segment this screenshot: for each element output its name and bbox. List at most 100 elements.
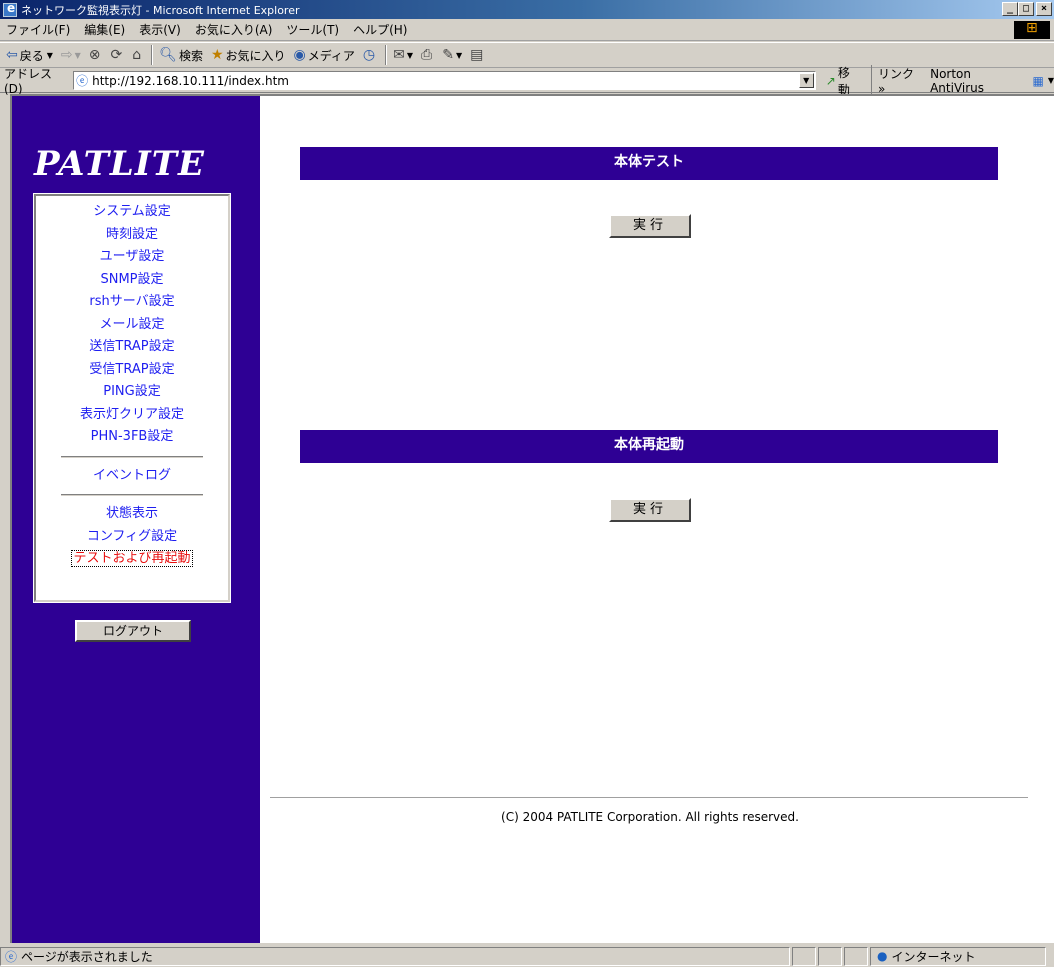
status-panel <box>844 946 868 966</box>
status-panel <box>792 946 816 966</box>
page-viewport: PATLITE システム設定 時刻設定 ユーザ設定 SNMP設定 rshサーバ設… <box>10 94 1054 943</box>
norton-dropdown-icon[interactable]: ▼ <box>1048 76 1054 85</box>
nav-divider <box>61 494 203 496</box>
stop-icon: ⊗ <box>88 47 101 63</box>
address-bar: アドレス(D) ⓔ http://192.168.10.111/index.ht… <box>0 65 1054 97</box>
toolbar-separator <box>151 45 154 65</box>
nav-mail-settings[interactable]: メール設定 <box>36 314 228 337</box>
stop-button[interactable]: ⊗ <box>89 47 103 63</box>
nav-config[interactable]: コンフィグ設定 <box>36 526 228 549</box>
nav-status[interactable]: 状態表示 <box>36 503 228 526</box>
print-icon: ⎙ <box>421 47 433 63</box>
history-button[interactable]: ◷ <box>363 47 377 63</box>
forward-arrow-icon: ⇨ <box>60 47 73 63</box>
test-execute-button[interactable]: 実行 <box>609 214 691 238</box>
media-label: メディア <box>307 48 355 63</box>
internet-globe-icon: ● <box>877 949 888 963</box>
edit-dropdown-icon[interactable]: ▼ <box>456 51 462 60</box>
favorites-button[interactable]: ★ お気に入り <box>211 47 286 64</box>
patlite-logo: PATLITE <box>34 144 205 184</box>
go-label: 移動 <box>837 65 850 97</box>
nav-rsh-server-settings[interactable]: rshサーバ設定 <box>36 291 228 314</box>
refresh-button[interactable]: ⟳ <box>111 47 125 63</box>
status-bar: ⓔ ページが表示されました ● インターネット <box>0 945 1054 967</box>
status-panel <box>818 946 842 966</box>
reboot-section-title: 本体再起動 <box>300 430 998 463</box>
minimize-button[interactable]: _ <box>1002 2 1018 16</box>
sidebar: PATLITE システム設定 時刻設定 ユーザ設定 SNMP設定 rshサーバ設… <box>12 96 260 943</box>
go-arrow-icon: ↗ <box>825 73 836 88</box>
nav-ping-settings[interactable]: PING設定 <box>36 381 228 404</box>
nav-send-trap-settings[interactable]: 送信TRAP設定 <box>36 336 228 359</box>
maximize-button[interactable]: □ <box>1018 2 1034 16</box>
nav-event-log[interactable]: イベントログ <box>36 465 228 488</box>
window-titlebar: ネットワーク監視表示灯 - Microsoft Internet Explore… <box>0 0 1054 19</box>
discuss-button[interactable]: ▤ <box>470 47 485 63</box>
search-icon: 🔍︎ <box>159 47 177 63</box>
security-zone-panel: ● インターネット <box>870 946 1046 966</box>
search-label: 検索 <box>178 48 203 63</box>
reboot-execute-button[interactable]: 実行 <box>609 498 691 522</box>
mail-button[interactable]: ✉ ▼ <box>393 47 413 63</box>
favorites-label: お気に入り <box>225 48 286 63</box>
menu-favorites[interactable]: お気に入り(A) <box>195 21 273 38</box>
mail-dropdown-icon[interactable]: ▼ <box>407 51 413 60</box>
test-section-title: 本体テスト <box>300 147 998 180</box>
home-button[interactable]: ⌂ <box>132 47 143 63</box>
media-icon: ◉ <box>293 47 306 63</box>
logout-button[interactable]: ログアウト <box>75 620 191 642</box>
menu-file[interactable]: ファイル(F) <box>6 21 70 38</box>
nav-phn-3fb-settings[interactable]: PHN-3FB設定 <box>36 426 228 449</box>
main-content: 本体テスト 実行 本体再起動 実行 (C) 2004 PATLITE Corpo… <box>260 96 1054 943</box>
nav-user-settings[interactable]: ユーザ設定 <box>36 246 228 269</box>
address-label: アドレス(D) <box>4 67 53 96</box>
forward-button[interactable]: ⇨ ▼ <box>61 47 81 63</box>
search-button[interactable]: 🔍︎ 検索 <box>159 47 203 64</box>
menu-tools[interactable]: ツール(T) <box>286 21 339 38</box>
print-button[interactable]: ⎙ <box>421 47 434 63</box>
nav-receive-trap-settings[interactable]: 受信TRAP設定 <box>36 359 228 382</box>
address-url: http://192.168.10.111/index.htm <box>92 73 289 88</box>
norton-antivirus-button[interactable]: Norton AntiVirus <box>930 67 1026 95</box>
settings-group: システム設定 時刻設定 ユーザ設定 SNMP設定 rshサーバ設定 メール設定 … <box>36 196 228 449</box>
nav-snmp-settings[interactable]: SNMP設定 <box>36 269 228 292</box>
address-input[interactable]: ⓔ http://192.168.10.111/index.htm ▼ <box>73 71 816 90</box>
refresh-icon: ⟳ <box>110 47 123 63</box>
home-icon: ⌂ <box>132 47 142 63</box>
menu-help[interactable]: ヘルプ(H) <box>353 21 407 38</box>
media-button[interactable]: ◉ メディア <box>294 47 355 64</box>
back-button[interactable]: ⇦ 戻る ▼ <box>6 47 53 64</box>
go-button[interactable]: ↗ 移動 <box>826 64 861 98</box>
ie-icon <box>3 1 17 17</box>
nav-divider <box>61 455 203 458</box>
nav-time-settings[interactable]: 時刻設定 <box>36 224 228 247</box>
menu-edit[interactable]: 編集(E) <box>84 21 125 38</box>
menu-view[interactable]: 表示(V) <box>139 21 181 38</box>
links-button[interactable]: リンク » <box>871 65 924 96</box>
menu-bar: ファイル(F) 編集(E) 表示(V) お気に入り(A) ツール(T) ヘルプ(… <box>0 19 1054 41</box>
back-dropdown-icon[interactable]: ▼ <box>47 51 53 60</box>
nav-light-clear-settings[interactable]: 表示灯クリア設定 <box>36 404 228 427</box>
favorites-icon: ★ <box>210 47 224 63</box>
close-button[interactable]: × <box>1036 2 1052 16</box>
discuss-icon: ▤ <box>470 47 484 63</box>
nav-test-reboot-label: テストおよび再起動 <box>71 550 193 567</box>
edit-icon: ✎ <box>442 47 454 63</box>
back-arrow-icon: ⇦ <box>6 47 18 63</box>
address-dropdown-icon[interactable]: ▼ <box>798 73 814 88</box>
forward-dropdown-icon[interactable]: ▼ <box>75 51 81 60</box>
norton-icon[interactable]: ▦ <box>1032 74 1043 88</box>
page-done-icon: ⓔ <box>5 949 18 964</box>
nav-menu: システム設定 時刻設定 ユーザ設定 SNMP設定 rshサーバ設定 メール設定 … <box>33 193 231 603</box>
windows-logo-icon <box>1014 20 1050 39</box>
status-message-panel: ⓔ ページが表示されました <box>0 946 790 966</box>
window-buttons: _ □ × <box>1002 2 1052 16</box>
footer-divider <box>270 797 1028 799</box>
nav-test-reboot[interactable]: テストおよび再起動 <box>36 548 228 571</box>
toolbar-separator <box>385 45 388 65</box>
edit-button[interactable]: ✎ ▼ <box>442 47 462 63</box>
page-icon: ⓔ <box>76 74 89 88</box>
window-title: ネットワーク監視表示灯 - Microsoft Internet Explore… <box>21 3 300 17</box>
copyright-text: (C) 2004 PATLITE Corporation. All rights… <box>501 810 799 824</box>
nav-system-settings[interactable]: システム設定 <box>36 201 228 224</box>
